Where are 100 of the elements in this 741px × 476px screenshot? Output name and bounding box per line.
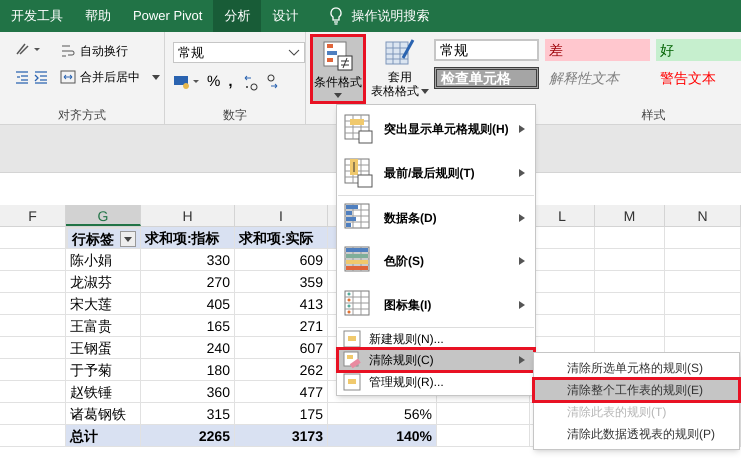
filter-dropdown-button[interactable] — [120, 230, 136, 246]
percent-button[interactable]: % — [207, 71, 220, 94]
caret-icon — [334, 91, 342, 99]
indent-icon[interactable] — [15, 70, 49, 84]
number-cell: 359 — [235, 271, 328, 293]
menu-item[interactable]: 最前/最后规则(T) — [338, 151, 534, 195]
empty-cell — [595, 249, 665, 271]
number-cell: 405 — [141, 293, 235, 315]
number-cell: 165 — [141, 315, 235, 337]
caret-icon — [421, 87, 429, 95]
menu-item[interactable]: 清除此数据透视表的规则(P) — [534, 423, 739, 445]
comma-button[interactable]: , — [228, 71, 233, 94]
empty-cell — [0, 403, 66, 425]
caret-icon — [124, 234, 132, 242]
row-label-cell: 龙淑芬 — [66, 271, 141, 293]
ribbon-tab[interactable]: 分析 — [213, 0, 262, 32]
table-icon — [343, 330, 361, 348]
ribbon-tab[interactable]: Power Pivot — [122, 0, 214, 32]
tell-me-search[interactable]: 操作说明搜索 — [351, 6, 430, 26]
currency-icon[interactable] — [173, 74, 199, 90]
eraser-icon — [343, 351, 361, 369]
number-cell: 2265 — [141, 425, 235, 447]
menu-item[interactable]: 数据条(D) — [338, 195, 534, 239]
row-label-cell: 宋大莲 — [66, 293, 141, 315]
menu-item[interactable]: 清除所选单元格的规则(S) — [534, 357, 739, 379]
submenu-arrow-icon — [518, 301, 526, 309]
column-header[interactable]: I — [235, 205, 328, 226]
empty-cell — [0, 293, 66, 315]
ribbon-tab[interactable]: 开发工具 — [0, 0, 74, 32]
total-label: 总计 — [66, 425, 141, 447]
menu-item[interactable]: 突出显示单元格规则(H) — [338, 107, 534, 151]
pivot-header-text: 行标签 — [72, 230, 114, 248]
column-header[interactable]: G — [66, 205, 141, 226]
conditional-format-icon — [323, 41, 353, 71]
top-ten-icon — [344, 158, 374, 188]
menu-item[interactable]: 图标集(I) — [338, 283, 534, 327]
pivot-header-cell: 求和项:指标 — [141, 227, 235, 249]
table-icon — [343, 373, 361, 391]
conditional-formatting-button[interactable]: 条件格式 — [310, 34, 366, 104]
wrap-text-icon — [60, 43, 76, 59]
orientation-icon[interactable] — [15, 42, 41, 56]
merge-center-icon — [60, 69, 76, 85]
row-label-cell: 王钢蛋 — [66, 337, 141, 359]
number-cell: 360 — [141, 381, 235, 403]
cell-style-swatch[interactable]: 好 — [656, 39, 741, 61]
ribbon-tab[interactable]: 帮助 — [74, 0, 122, 32]
number-cell: 607 — [235, 337, 328, 359]
submenu-arrow-icon — [518, 125, 526, 133]
row-label-cell: 于予菊 — [66, 359, 141, 381]
merge-center-button[interactable]: 合并后居中 — [80, 68, 140, 86]
number-format-dropdown[interactable]: 常规 — [173, 42, 305, 63]
submenu-arrow-icon — [518, 257, 526, 265]
empty-cell — [0, 315, 66, 337]
caret-icon — [152, 73, 160, 81]
lightbulb-icon — [329, 7, 344, 25]
group-label: 对齐方式 — [57, 107, 107, 124]
row-label-cell: 王富贵 — [66, 315, 141, 337]
wrap-text-button[interactable]: 自动换行 — [80, 42, 128, 60]
empty-cell — [0, 271, 66, 293]
row-label-cell: 赵铁锤 — [66, 381, 141, 403]
number-cell: 330 — [141, 249, 235, 271]
chevron-down-icon — [288, 48, 300, 56]
empty-cell — [595, 293, 665, 315]
number-cell: 477 — [235, 381, 328, 403]
submenu-arrow-icon — [518, 356, 526, 364]
number-cell: 270 — [141, 271, 235, 293]
submenu-arrow-icon — [518, 169, 526, 177]
number-cell: 609 — [235, 249, 328, 271]
empty-cell — [595, 227, 665, 249]
number-cell: 240 — [141, 337, 235, 359]
column-header[interactable]: M — [595, 205, 665, 226]
highlight-cells-icon — [344, 114, 374, 144]
empty-cell — [595, 271, 665, 293]
number-cell: 262 — [235, 359, 328, 381]
group-label: 样式 — [640, 107, 666, 124]
empty-cell — [0, 249, 66, 271]
submenu-arrow-icon — [518, 214, 526, 222]
menu-item[interactable]: 清除整个工作表的规则(E) — [534, 379, 739, 401]
ribbon-tab[interactable]: 设计 — [261, 0, 310, 32]
number-cell: 271 — [235, 315, 328, 337]
number-cell: 3173 — [235, 425, 328, 447]
row-label-cell: 陈小娟 — [66, 249, 141, 271]
column-header[interactable]: N — [665, 205, 741, 226]
column-header[interactable]: H — [141, 205, 235, 226]
cell-style-swatch[interactable]: 常规 — [434, 39, 539, 61]
menu-item[interactable]: 管理规则(R)... — [338, 371, 534, 393]
cell-style-swatch[interactable]: 差 — [545, 39, 650, 61]
number-cell: 413 — [235, 293, 328, 315]
pivot-header-cell: 求和项:实际 — [235, 227, 328, 249]
empty-cell — [0, 359, 66, 381]
menu-item[interactable]: 色阶(S) — [338, 239, 534, 283]
empty-cell — [0, 337, 66, 359]
group-label: 数字 — [222, 107, 248, 124]
format-as-table-button[interactable]: 套用 表格格式 — [370, 34, 430, 98]
cell-style-swatch[interactable]: 警告文本 — [656, 67, 741, 89]
cell-style-swatch[interactable]: 解释性文本 — [545, 67, 650, 89]
menu-item[interactable]: 清除规则(C) — [338, 349, 534, 371]
empty-cell — [0, 381, 66, 403]
number-cell: 140% — [328, 425, 437, 447]
number-cell: 180 — [141, 359, 235, 381]
